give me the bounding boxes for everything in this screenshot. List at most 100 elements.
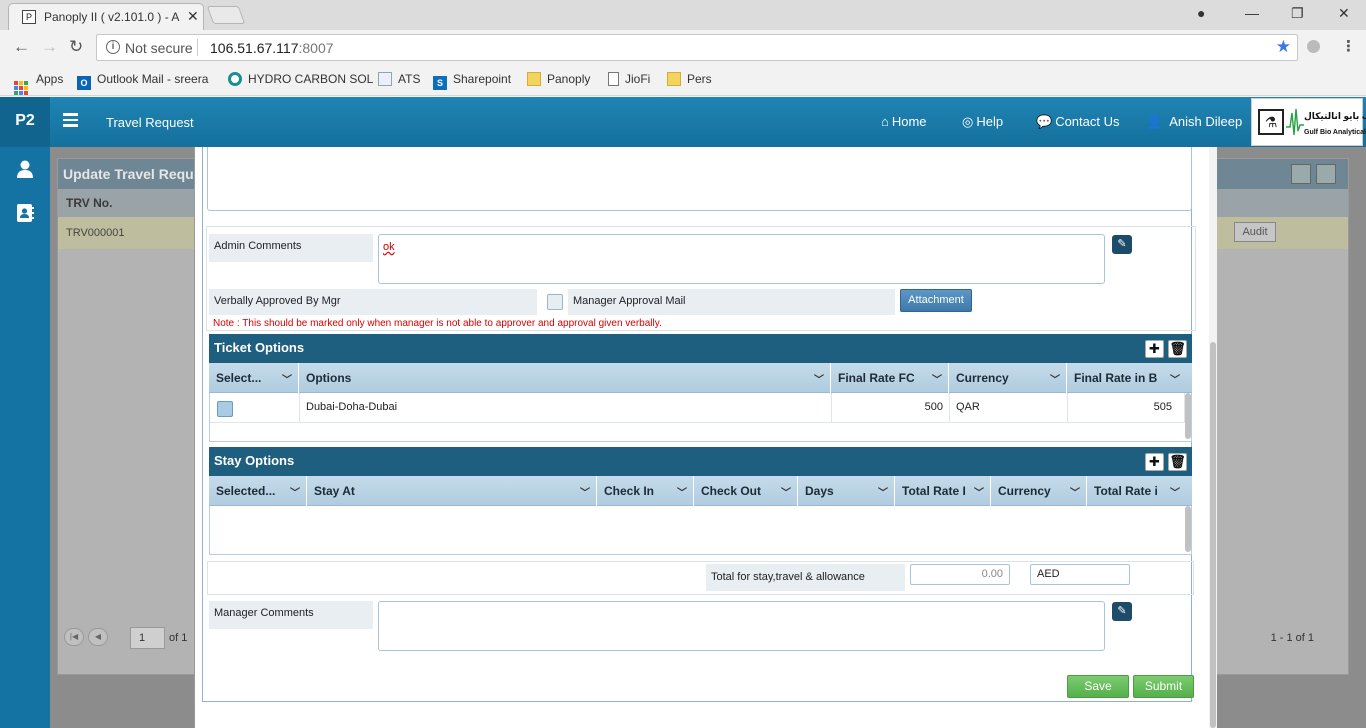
stay-grid-scrollbar[interactable] <box>1185 506 1191 552</box>
bookmark-ats[interactable]: ATS <box>378 72 420 86</box>
chevron-down-icon: ﹀ <box>290 488 300 499</box>
nav-user[interactable]: 👤 Anish Dileep <box>1146 114 1242 130</box>
col-total-rate-fc[interactable]: Total Rate I ﹀ <box>895 476 991 506</box>
total-amount-field[interactable]: 0.00 <box>910 564 1010 585</box>
document-icon <box>378 72 392 86</box>
search-icon[interactable] <box>1316 164 1336 184</box>
brand-logo[interactable]: P2 <box>0 97 50 147</box>
chevron-down-icon: ﹀ <box>932 375 942 386</box>
stay-delete-icon[interactable]: 🗑 <box>1168 453 1187 471</box>
bookmark-star-icon[interactable]: ★ <box>1276 37 1291 57</box>
stay-options-title-bar: Stay Options ✚ 🗑 <box>209 447 1192 476</box>
new-tab-button[interactable] <box>206 6 246 24</box>
close-window-icon[interactable]: ✕ <box>1338 5 1350 22</box>
url-text: 106.51.67.117:8007 <box>210 40 334 56</box>
hamburger-menu-icon[interactable] <box>63 113 78 127</box>
total-currency-field[interactable]: AED <box>1030 564 1130 585</box>
col-stay-currency[interactable]: Currency ﹀ <box>991 476 1087 506</box>
browser-menu-icon[interactable]: ⋮ <box>1341 37 1356 55</box>
col-selected[interactable]: Selected... ﹀ <box>209 476 307 506</box>
maximize-icon[interactable]: ❐ <box>1291 5 1304 22</box>
col-final-rate-fc[interactable]: Final Rate FC ﹀ <box>831 363 949 393</box>
profile-icon[interactable]: ● <box>1197 5 1205 21</box>
logo-wave-icon <box>1286 108 1304 136</box>
col-total-rate-base[interactable]: Total Rate i ﹀ <box>1087 476 1184 506</box>
lifebuoy-icon: ◎ <box>962 114 974 129</box>
reload-icon[interactable]: ↻ <box>69 37 83 57</box>
edit-icon[interactable] <box>1291 164 1311 184</box>
submit-button[interactable]: Submit <box>1133 675 1194 698</box>
manager-comments-edit-button[interactable]: ✎ <box>1112 602 1132 621</box>
tab-title: Panoply II ( v2.101.0 ) - A <box>44 10 180 24</box>
chevron-down-icon: ﹀ <box>781 488 791 499</box>
admin-comments-edit-button[interactable]: ✎ <box>1112 235 1132 254</box>
background-title: Update Travel Reque <box>63 166 202 182</box>
stay-add-icon[interactable]: ✚ <box>1145 453 1164 471</box>
ticket-options-title: Ticket Options <box>214 340 305 355</box>
extension-icon[interactable] <box>1307 40 1320 53</box>
url-separator <box>197 39 198 56</box>
admin-comments-label: Admin Comments <box>209 234 373 262</box>
nav-help[interactable]: ◎ Help <box>962 114 1003 130</box>
page-number-input[interactable]: 1 <box>130 627 165 649</box>
total-label: Total for stay,travel & allowance <box>706 564 905 591</box>
col-days[interactable]: Days ﹀ <box>798 476 895 506</box>
logo-english-text: Gulf Bio Analytical <box>1304 129 1366 136</box>
sidebar-contacts-icon[interactable] <box>15 203 35 223</box>
nav-home[interactable]: ⌂ Home <box>881 114 927 129</box>
previous-comments-textarea[interactable] <box>207 147 1192 211</box>
left-sidebar <box>0 147 50 728</box>
sidebar-user-icon[interactable] <box>15 159 35 179</box>
address-bar[interactable]: i Not secure 106.51.67.117:8007 ★ <box>96 34 1298 61</box>
chevron-down-icon: ﹀ <box>1170 375 1180 386</box>
col-check-in[interactable]: Check In ﹀ <box>597 476 694 506</box>
bookmark-apps[interactable]: Apps <box>14 72 63 95</box>
bookmark-panoply[interactable]: Panoply <box>527 72 590 86</box>
table-row-select <box>210 393 300 423</box>
forward-icon[interactable]: → <box>41 37 58 57</box>
chevron-down-icon: ﹀ <box>1170 488 1180 499</box>
col-final-rate-base[interactable]: Final Rate in B ﹀ <box>1067 363 1184 393</box>
security-label: Not secure <box>125 40 193 56</box>
nav-contact-us[interactable]: 💬 Contact Us <box>1036 114 1120 130</box>
audit-button[interactable]: Audit <box>1234 222 1276 242</box>
ticket-add-icon[interactable]: ✚ <box>1145 340 1164 358</box>
save-button[interactable]: Save <box>1067 675 1129 698</box>
tab-favicon-icon: P <box>22 10 36 24</box>
bookmark-hydrocarbon[interactable]: HYDRO CARBON SOL <box>228 72 373 86</box>
stay-options-header: Selected... ﹀ Stay At ﹀ Check In ﹀ Check Ou… <box>209 476 1192 506</box>
bookmark-pers[interactable]: Pers <box>667 72 712 86</box>
chevron-down-icon: ﹀ <box>1070 488 1080 499</box>
prev-page-icon[interactable]: ◀ <box>88 628 108 646</box>
info-icon[interactable]: i <box>106 40 120 54</box>
col-options[interactable]: Options ﹀ <box>299 363 831 393</box>
attachment-button[interactable]: Attachment <box>900 289 972 312</box>
col-select[interactable]: Select... ﹀ <box>209 363 299 393</box>
col-currency[interactable]: Currency ﹀ <box>949 363 1067 393</box>
col-check-out[interactable]: Check Out ﹀ <box>694 476 798 506</box>
admin-comments-textarea[interactable]: ok <box>378 234 1105 284</box>
minimize-icon[interactable]: — <box>1245 5 1259 21</box>
bookmark-outlook[interactable]: O Outlook Mail - sreera <box>77 72 208 90</box>
verbally-approved-checkbox[interactable] <box>547 294 563 310</box>
chevron-down-icon: ﹀ <box>974 488 984 499</box>
tab-close-icon[interactable]: ✕ <box>187 8 199 25</box>
home-icon: ⌂ <box>881 114 889 129</box>
user-icon: 👤 <box>1146 114 1163 129</box>
bookmark-sharepoint[interactable]: S Sharepoint <box>433 72 511 90</box>
modal-scrollbar[interactable] <box>1209 147 1217 728</box>
manager-comments-textarea[interactable] <box>378 601 1105 651</box>
col-stay-at[interactable]: Stay At ﹀ <box>307 476 597 506</box>
back-icon[interactable]: ← <box>13 37 30 57</box>
browser-tab[interactable]: P Panoply II ( v2.101.0 ) - A ✕ <box>8 3 204 30</box>
ticket-delete-icon[interactable]: 🗑 <box>1168 340 1187 358</box>
bookmark-jiofi[interactable]: JioFi <box>608 72 650 86</box>
ticket-grid-scrollbar[interactable] <box>1185 393 1191 439</box>
ticket-row-checkbox[interactable] <box>217 401 233 417</box>
stay-options-body <box>209 506 1192 555</box>
folder-icon <box>527 72 541 86</box>
ticket-options-header: Select... ﹀ Options ﹀ Final Rate FC ﹀ Curre… <box>209 363 1192 393</box>
first-page-icon[interactable]: |◀ <box>64 628 84 646</box>
scrollbar-thumb[interactable] <box>1210 342 1216 728</box>
page-of-label: of 1 <box>169 632 188 644</box>
